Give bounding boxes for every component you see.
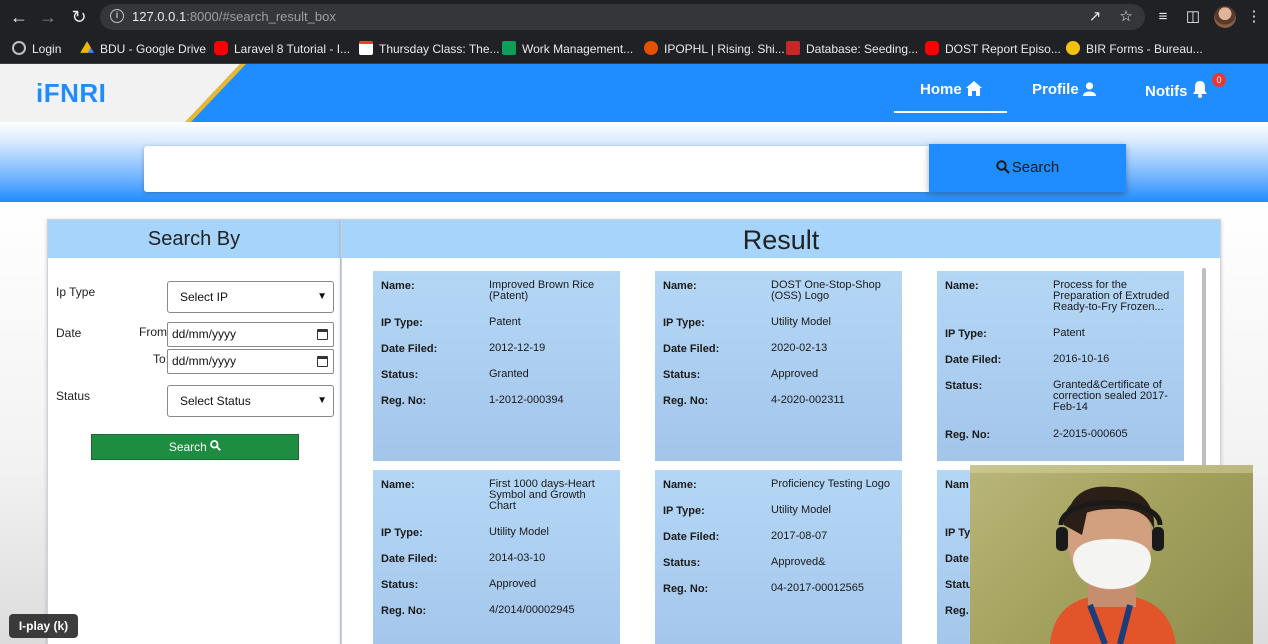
youtube-icon [214,41,228,55]
search-button[interactable]: Search [929,144,1126,192]
app-header: iFNRI Home Profile Notifs 0 [0,64,1268,122]
bookmark-bir-forms[interactable]: BIR Forms - Bureau... [1066,40,1203,58]
search-icon [996,160,1010,174]
site-info-icon[interactable]: i [110,9,124,23]
bookmark-ipophl[interactable]: IPOPHL | Rising. Shi... [644,40,785,58]
laravel-icon [786,41,800,55]
ipophl-icon [644,41,658,55]
calendar-icon[interactable] [317,356,328,367]
results-scrollbar[interactable] [1202,268,1206,468]
calendar-icon[interactable] [317,329,328,340]
notification-count-badge: 0 [1212,73,1226,87]
reload-icon[interactable]: ↻ [68,6,90,28]
search-by-title: Search By [48,220,340,258]
result-card[interactable]: Name: Proficiency Testing Logo IP Type: Ut… [655,470,902,644]
app-logo[interactable]: iFNRI [36,78,106,109]
bell-icon [1192,81,1207,98]
home-icon [965,81,982,96]
bookmark-laravel-tutorial[interactable]: Laravel 8 Tutorial - I... [214,40,350,58]
date-to-input[interactable]: dd/mm/yyyy [167,349,334,374]
nav-profile[interactable]: Profile [1032,81,1096,98]
bookmark-star-icon[interactable]: ☆ [1116,7,1136,27]
chevron-down-icon: ▼ [317,291,327,302]
search-icon [210,440,222,451]
result-card[interactable]: Name: DOST One-Stop-Shop (OSS) Logo IP Ty… [655,271,902,461]
result-card[interactable]: Name: Process for the Preparation of Extr… [937,271,1184,461]
side-panel-icon[interactable]: ◫ [1183,7,1203,27]
globe-icon [12,41,26,55]
bir-icon [1066,41,1080,55]
ip-type-select[interactable]: Select IP ▼ [167,281,334,313]
search-band: Search [0,122,1268,202]
result-title: Result [342,220,1220,258]
share-icon[interactable]: ↗ [1085,7,1105,27]
chevron-down-icon: ▼ [317,395,327,406]
bookmark-work-management[interactable]: Work Management... [502,40,633,58]
result-card[interactable]: Name: Improved Brown Rice (Patent) IP Typ… [373,271,620,461]
ip-type-label: Ip Type [56,285,96,299]
nav-home-active-indicator [894,111,1007,113]
back-icon[interactable]: ← [8,6,30,28]
address-bar[interactable]: i 127.0.0.1:8000/#search_result_box ↗ ☆ [100,4,1145,30]
browser-toolbar: ← → ↻ i 127.0.0.1:8000/#search_result_bo… [0,0,1268,34]
nav-notifs[interactable]: Notifs [1145,81,1208,100]
user-icon [1082,82,1096,96]
google-drive-icon [80,41,94,53]
url-text[interactable]: 127.0.0.1:8000/#search_result_box [132,9,336,24]
nav-home[interactable]: Home [920,81,982,98]
bookmark-bdu-drive[interactable]: BDU - Google Drive [80,40,206,58]
status-label: Status [56,389,91,403]
forward-icon[interactable]: → [37,6,59,28]
webcam-overlay [970,465,1253,644]
gmail-icon [359,41,373,55]
from-label: From: [139,325,171,339]
bookmark-dost-report[interactable]: DOST Report Episo... [925,40,1061,58]
search-by-panel: Search By Ip Type Select IP ▼ Date From: … [47,219,341,644]
date-from-input[interactable]: dd/mm/yyyy [167,322,334,347]
menu-kebab-icon[interactable]: ⋮ [1244,7,1264,27]
result-card[interactable]: Name: First 1000 days-Heart Symbol and Gr… [373,470,620,644]
media-queue-icon[interactable]: ≡ [1153,7,1173,27]
presenter-video [970,465,1253,644]
profile-avatar[interactable] [1214,6,1236,28]
status-select[interactable]: Select Status ▼ [167,385,334,417]
search-input[interactable] [144,146,930,192]
youtube-icon [925,41,939,55]
filter-search-button[interactable]: Search [91,434,299,460]
play-tooltip: I-play (k) [9,614,78,638]
bookmarks-bar: Login BDU - Google Drive Laravel 8 Tutor… [0,34,1268,64]
bookmark-login[interactable]: Login [12,40,61,58]
sheet-icon [502,41,516,55]
bookmark-database-seeding[interactable]: Database: Seeding... [786,40,918,58]
date-label: Date [56,326,82,340]
bookmark-thursday-class[interactable]: Thursday Class: The... [359,40,500,58]
